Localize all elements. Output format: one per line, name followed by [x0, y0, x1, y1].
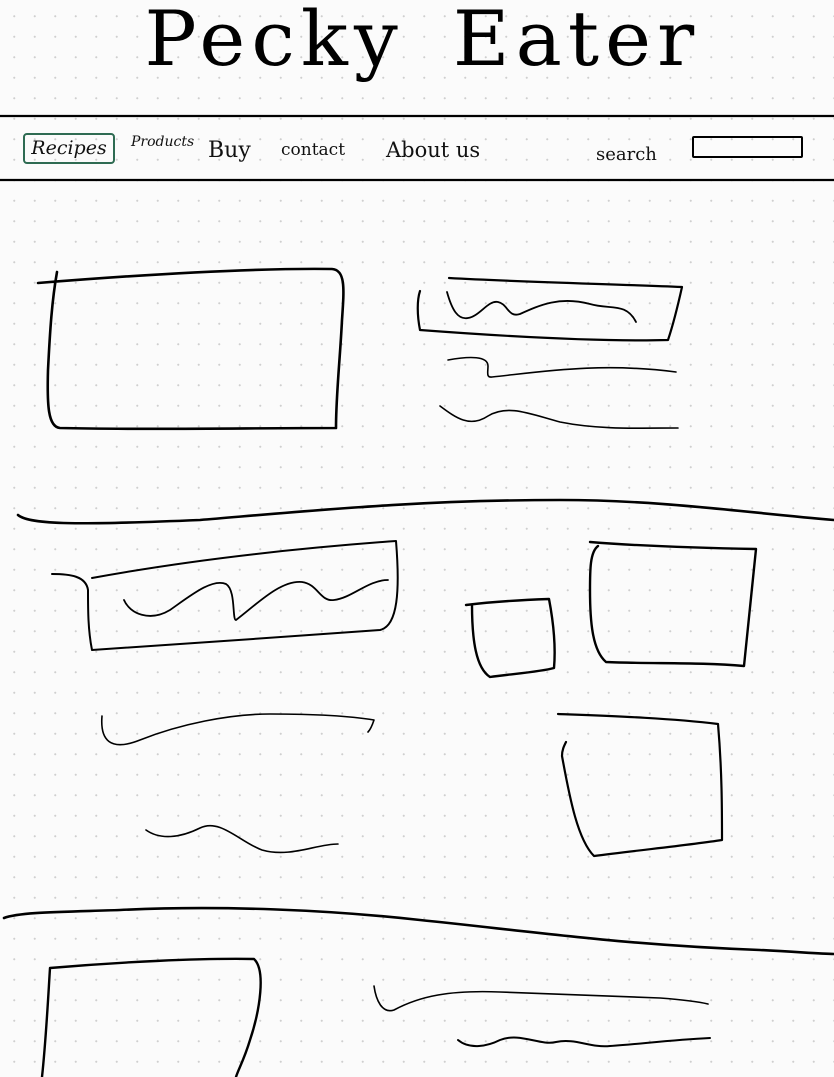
section3-text-line-1: [373, 985, 709, 1012]
nav-tab-products[interactable]: Products: [131, 134, 194, 150]
section2-text-line-2: [145, 825, 339, 854]
section-divider-1: [16, 498, 834, 525]
hero-heading-box: [416, 276, 684, 342]
nav-tab-contact[interactable]: contact: [281, 140, 345, 160]
search-label: search: [596, 144, 657, 165]
section2-heading-scribble: [123, 579, 389, 621]
nav-tab-buy[interactable]: Buy: [208, 138, 251, 163]
hero-image-placeholder: [36, 267, 345, 431]
hero-heading-scribble: [446, 291, 637, 323]
section3-image-placeholder: [40, 957, 262, 1077]
section-divider-2: [2, 906, 834, 956]
nav-tab-about-us[interactable]: About us: [386, 138, 480, 162]
hero-text-line-1: [447, 356, 677, 378]
search-input[interactable]: [692, 136, 803, 158]
section3-text-line-2: [457, 1036, 711, 1048]
section2-text-line-1: [100, 713, 375, 746]
section2-large-image: [588, 540, 758, 668]
section2-small-image: [464, 597, 556, 679]
hero-text-line-2: [439, 405, 679, 430]
section2-card-image: [556, 712, 724, 858]
nav-tab-recipes[interactable]: Recipes: [23, 133, 115, 164]
